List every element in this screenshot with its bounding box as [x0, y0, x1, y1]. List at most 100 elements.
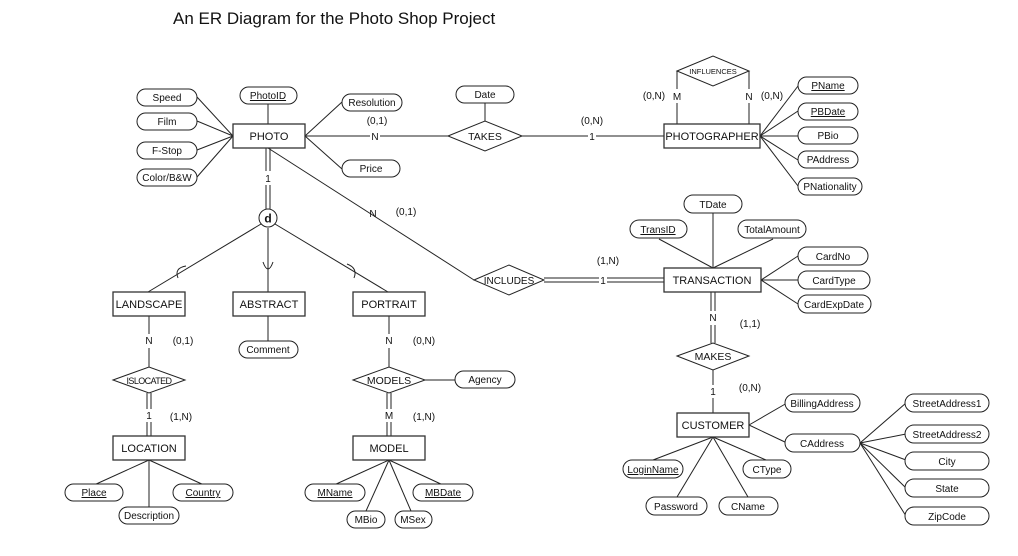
attribute-loginname[interactable]: LoginName [622, 459, 684, 479]
attribute-label: MName [317, 488, 352, 499]
attribute-pbio[interactable]: PBio [797, 126, 859, 145]
entity-transaction[interactable]: TRANSACTION [663, 267, 762, 293]
attribute-cardexpdate[interactable]: CardExpDate [797, 294, 872, 314]
attribute-film[interactable]: Film [136, 112, 198, 131]
connector [759, 110, 799, 137]
entity-abstract[interactable]: ABSTRACT [232, 291, 306, 317]
attribute-pbdate[interactable]: PBDate [797, 102, 859, 121]
attribute-description[interactable]: Description [118, 506, 180, 525]
attribute-label: Resolution [348, 98, 395, 109]
attribute-password[interactable]: Password [645, 496, 708, 516]
attribute-label: ZipCode [928, 512, 966, 523]
attribute-label: PName [811, 81, 845, 92]
entity-label: LOCATION [121, 443, 176, 455]
entity-photographer[interactable]: PHOTOGRAPHER [663, 123, 761, 149]
attribute-transid[interactable]: TransID [629, 219, 688, 239]
attribute-date[interactable]: Date [455, 85, 515, 104]
attribute-label: MBDate [425, 488, 462, 499]
attribute-pnationality[interactable]: PNationality [797, 177, 863, 196]
attribute-photoid[interactable]: PhotoID [239, 86, 298, 105]
attribute-label: CardNo [816, 252, 851, 263]
attribute-comment[interactable]: Comment [238, 340, 299, 359]
attribute-place[interactable]: Place [64, 483, 124, 502]
attribute-agency[interactable]: Agency [454, 370, 516, 389]
attribute-label: State [935, 484, 959, 495]
attribute-pname[interactable]: PName [797, 76, 859, 95]
cardinality-label: N [145, 336, 152, 347]
entity-location[interactable]: LOCATION [112, 435, 186, 461]
entity-model[interactable]: MODEL [352, 435, 426, 461]
attribute-ctype[interactable]: CType [742, 459, 792, 479]
attribute-streetaddress2[interactable]: StreetAddress2 [904, 424, 990, 444]
relationship-influences[interactable]: INFLUENCES [675, 55, 751, 87]
connector [388, 459, 444, 486]
attribute-msex[interactable]: MSex [394, 510, 433, 529]
entity-photo[interactable]: PHOTO [232, 123, 306, 149]
attribute-totalamount[interactable]: TotalAmount [737, 219, 807, 239]
attribute-fstop[interactable]: F-Stop [136, 141, 198, 160]
entity-landscape[interactable]: LANDSCAPE [112, 291, 186, 317]
relationship-label: ISLOCATED [127, 376, 173, 386]
attribute-speed[interactable]: Speed [136, 88, 198, 107]
attribute-label: Speed [153, 93, 182, 104]
relationship-makes[interactable]: MAKES [675, 342, 751, 371]
relationship-islocated[interactable]: ISLOCATED [111, 366, 187, 394]
connector [658, 238, 714, 269]
attribute-city[interactable]: City [904, 451, 990, 471]
attribute-mbdate[interactable]: MBDate [412, 483, 474, 502]
relationship-takes[interactable]: TAKES [446, 120, 524, 152]
participation-label: (0,N) [739, 383, 761, 394]
entity-customer[interactable]: CUSTOMER [676, 412, 750, 438]
attribute-state[interactable]: State [904, 478, 990, 498]
attribute-streetaddress1[interactable]: StreetAddress1 [904, 393, 990, 413]
cardinality-label: N [369, 209, 376, 220]
attribute-label: MBio [355, 515, 378, 526]
connector [196, 96, 234, 137]
attribute-label: CName [731, 502, 765, 513]
attribute-mname[interactable]: MName [304, 483, 366, 502]
attribute-cardtype[interactable]: CardType [797, 270, 871, 290]
relationship-models[interactable]: MODELS [351, 366, 427, 394]
attribute-billingaddress[interactable]: BillingAddress [784, 393, 861, 413]
connector [304, 135, 343, 170]
attribute-mbio[interactable]: MBio [346, 510, 386, 529]
attribute-paddress[interactable]: PAddress [797, 150, 859, 169]
attribute-resolution[interactable]: Resolution [341, 93, 403, 112]
connector [859, 433, 907, 444]
attribute-label: Country [185, 488, 220, 499]
connector [333, 459, 390, 486]
connector [759, 135, 799, 187]
attribute-label: PBDate [811, 107, 846, 118]
relationship-includes[interactable]: INCLUDES [472, 264, 546, 296]
attribute-label: CType [753, 465, 782, 476]
attribute-label: F-Stop [152, 146, 182, 157]
cardinality-label: 1 [265, 174, 271, 185]
attribute-zipcode[interactable]: ZipCode [904, 506, 990, 526]
attribute-country[interactable]: Country [172, 483, 234, 502]
relationship-label: INCLUDES [484, 276, 535, 287]
specialization-disjoint[interactable]: d [258, 208, 278, 228]
connector [274, 223, 389, 293]
attribute-caddress[interactable]: CAddress [784, 433, 861, 453]
participation-label: (0,1) [367, 116, 388, 127]
attribute-tdate[interactable]: TDate [683, 194, 743, 214]
connector [196, 135, 234, 178]
connector [196, 120, 234, 137]
attribute-cardno[interactable]: CardNo [797, 246, 869, 266]
participation-label: (1,N) [413, 412, 435, 423]
connector [712, 238, 774, 269]
connector [859, 402, 907, 444]
attribute-label: Film [158, 117, 177, 128]
entity-label: MODEL [369, 443, 408, 455]
cardinality-label: 1 [146, 411, 152, 422]
entity-portrait[interactable]: PORTRAIT [352, 291, 426, 317]
connector [304, 101, 343, 137]
attribute-color-bw[interactable]: Color/B&W [136, 168, 198, 187]
attribute-cname[interactable]: CName [718, 496, 779, 516]
attribute-label: CardType [812, 276, 856, 287]
connector [712, 436, 767, 461]
entity-label: ABSTRACT [240, 299, 299, 311]
connector [196, 135, 234, 151]
attribute-price[interactable]: Price [341, 159, 401, 178]
connector [760, 279, 799, 305]
